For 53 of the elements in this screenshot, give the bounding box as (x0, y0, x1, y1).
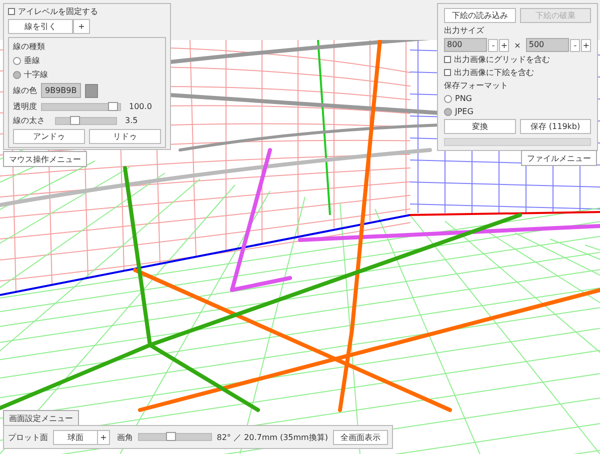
slider-thumb[interactable] (108, 102, 118, 110)
slider[interactable] (55, 116, 117, 124)
fullscreen-button[interactable]: 全画面表示 (332, 430, 388, 444)
radio-label: PNG (455, 93, 472, 104)
plus-button[interactable]: + (499, 38, 510, 52)
angle-reading: 82° ／ 20.7mm (35mm換算) (216, 432, 328, 442)
draw-line-button[interactable]: 線を引く (8, 19, 73, 34)
add-button[interactable]: + (97, 430, 110, 444)
width-field[interactable]: 800 (444, 38, 488, 52)
color-field[interactable]: 9B9B9B (41, 83, 81, 98)
save-button[interactable]: 保存 (119kb) (520, 119, 591, 134)
convert-button[interactable]: 変換 (444, 119, 516, 134)
height-field[interactable]: 500 (526, 38, 570, 52)
redo-button[interactable]: リドゥ (89, 129, 161, 144)
section-heading: 線の種類 (13, 41, 46, 52)
plus-button[interactable]: + (581, 38, 592, 52)
mouse-menu-tab[interactable]: マウス操作メニュー (3, 151, 87, 167)
checkbox-label: 出力画像に下絵を含む (454, 67, 534, 78)
radio-button[interactable] (13, 70, 21, 78)
angle-label: 画角 (116, 432, 133, 442)
color-label: 線の色 (13, 85, 37, 96)
slider-thumb[interactable] (166, 432, 176, 441)
section-heading: 出力サイズ (444, 25, 485, 36)
file-menu-tab[interactable]: ファイルメニュー (521, 150, 597, 166)
radio-button[interactable] (444, 108, 452, 116)
radio-label: 垂線 (24, 55, 40, 66)
screen-menu-tab[interactable]: 画面設定メニュー (3, 410, 79, 426)
radio-label: JPEG (455, 106, 474, 117)
slider-value: 3.5 (125, 115, 138, 126)
plot-label: プロット面 (8, 432, 48, 442)
slider[interactable] (138, 433, 212, 441)
slider-value: 100.0 (129, 101, 152, 112)
radio-button[interactable] (13, 56, 21, 64)
minus-button[interactable]: - (488, 38, 498, 52)
checkbox[interactable] (444, 69, 451, 76)
slider-label: 線の太さ (13, 115, 45, 126)
load-button[interactable]: 下絵の読み込み (444, 8, 516, 23)
section-heading: 保存フォーマット (444, 80, 509, 91)
undo-button[interactable]: アンドゥ (13, 129, 85, 144)
slider[interactable] (41, 102, 121, 110)
checkbox[interactable] (444, 56, 451, 63)
minus-button[interactable]: - (570, 38, 580, 52)
slider-thumb[interactable] (70, 116, 80, 124)
radio-label: 十字線 (24, 69, 48, 80)
checkbox-label: 出力画像にグリッドを含む (454, 54, 550, 65)
color-swatch[interactable] (84, 84, 98, 98)
radio-button[interactable] (444, 94, 452, 102)
slider-label: 透明度 (13, 101, 37, 112)
plot-select[interactable]: 球面 (53, 430, 98, 444)
checkbox-label: アイレベルを固定する (18, 6, 98, 17)
add-button[interactable]: + (73, 19, 90, 34)
checkbox[interactable] (8, 8, 15, 15)
times-sign: × (514, 40, 521, 50)
